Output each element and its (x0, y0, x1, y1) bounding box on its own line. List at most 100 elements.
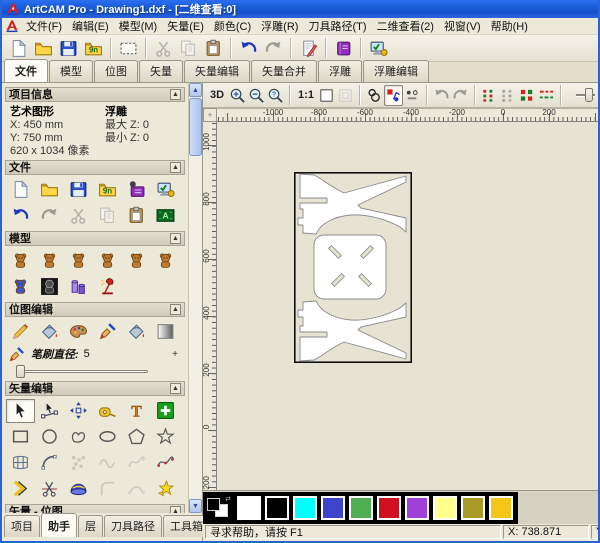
collapse-icon[interactable]: ▲ (170, 89, 181, 100)
color-swatch-9[interactable] (489, 495, 513, 520)
primary-color[interactable] (207, 497, 220, 511)
node-snap-d[interactable] (537, 85, 556, 106)
menu-item-4[interactable]: 颜色(C) (209, 17, 256, 35)
color-swatch-1[interactable] (265, 495, 289, 520)
greyscale-model[interactable] (35, 275, 64, 299)
ruler-origin-button[interactable]: + (203, 108, 217, 122)
menu-item-0[interactable]: 文件(F) (21, 17, 67, 35)
tab-刀具路径[interactable]: 刀具路径 (104, 515, 162, 537)
color-swatch-8[interactable] (461, 495, 485, 520)
zoom-out[interactable] (247, 85, 266, 106)
color-swatch-3[interactable] (321, 495, 345, 520)
zoom-objects[interactable] (266, 85, 285, 106)
menu-item-9[interactable]: 帮助(H) (486, 17, 533, 35)
swap-relief-layers[interactable] (64, 275, 93, 299)
node-snap-c[interactable] (518, 85, 537, 106)
section-header-model[interactable]: 模型 ▲ (5, 231, 185, 246)
section-header-project-info[interactable]: 项目信息 ▲ (5, 87, 185, 102)
toggle-frame[interactable] (317, 85, 336, 106)
brush-diameter-slider[interactable] (12, 364, 178, 378)
collapse-icon[interactable]: ▲ (170, 162, 181, 173)
section-header-file[interactable]: 文件 ▲ (5, 160, 185, 175)
colour-palette[interactable] (64, 320, 93, 344)
color-swatch-6[interactable] (405, 495, 429, 520)
save-model[interactable] (64, 178, 93, 202)
options[interactable] (366, 36, 391, 60)
color-swatch-7[interactable] (433, 495, 457, 520)
measure-tool[interactable] (93, 399, 122, 423)
transform-vectors[interactable] (64, 399, 93, 423)
tab-层[interactable]: 层 (78, 515, 103, 537)
tab-项目[interactable]: 项目 (4, 515, 40, 537)
tab-矢量编辑[interactable]: 矢量编辑 (184, 60, 250, 82)
tab-矢量[interactable]: 矢量 (139, 60, 183, 82)
set-model-size[interactable] (116, 36, 141, 60)
save-model[interactable] (56, 36, 81, 60)
gradient-fill[interactable] (151, 320, 180, 344)
section-header-vector-edit[interactable]: 矢量编辑 ▲ (5, 381, 185, 396)
scrollbar-thumb[interactable] (189, 98, 202, 156)
tab-文件[interactable]: 文件 (4, 59, 48, 82)
menu-item-2[interactable]: 模型(M) (114, 17, 163, 35)
wrap-model[interactable] (151, 249, 180, 273)
toggle-bitmap[interactable] (365, 85, 384, 106)
slider-thumb[interactable] (585, 88, 593, 102)
slider-thumb[interactable] (16, 365, 25, 378)
primary-secondary-colors[interactable]: ⇄ (206, 495, 232, 521)
collapse-icon[interactable]: ▲ (170, 304, 181, 315)
title-bar[interactable]: ArtCAM Pro - Drawing1.dxf - [二维查看:0] (2, 0, 598, 18)
reference-help[interactable] (331, 36, 356, 60)
create-star[interactable] (151, 425, 180, 449)
edit-notes[interactable] (296, 36, 321, 60)
draw-pencil[interactable] (6, 320, 35, 344)
offset-model[interactable] (6, 275, 35, 299)
table-top-panel[interactable] (313, 234, 387, 300)
collapse-icon[interactable]: ▲ (170, 233, 181, 244)
paste[interactable] (201, 36, 226, 60)
vector-artwork[interactable] (294, 172, 412, 363)
assistant-scrollbar[interactable]: ▲ ▼ (188, 83, 202, 513)
undo[interactable] (236, 36, 261, 60)
arrow-edit[interactable] (6, 477, 35, 501)
section-header-bitmap-edit[interactable]: 位图编辑 ▲ (5, 302, 185, 317)
slider-track[interactable] (22, 370, 148, 373)
color-swatch-0[interactable] (237, 495, 261, 520)
create-polygon[interactable] (122, 425, 151, 449)
tab-助手[interactable]: 助手 (41, 513, 77, 537)
create-rectangle[interactable] (6, 425, 35, 449)
brush-increase[interactable]: + (168, 349, 182, 360)
wrap-vectors[interactable] (64, 477, 93, 501)
trim-vectors[interactable] (35, 477, 64, 501)
tab-模型[interactable]: 模型 (49, 60, 93, 82)
create-vector-block[interactable] (151, 399, 180, 423)
create-polyline[interactable] (151, 451, 180, 475)
collapse-icon[interactable]: ▲ (170, 506, 181, 513)
paint-brush[interactable] (93, 320, 122, 344)
color-swatch-5[interactable] (377, 495, 401, 520)
menu-item-7[interactable]: 二维查看(2) (372, 17, 439, 35)
tab-矢量合并[interactable]: 矢量合并 (251, 60, 317, 82)
artcam-wizard[interactable] (122, 178, 151, 202)
set-model-size[interactable] (6, 249, 35, 273)
paste[interactable] (122, 204, 151, 228)
create-text-abc[interactable] (151, 204, 180, 228)
swap-colors-icon[interactable]: ⇄ (225, 495, 231, 503)
scroll-down-icon[interactable]: ▼ (189, 499, 202, 513)
color-swatch-2[interactable] (293, 495, 317, 520)
import-relief[interactable] (81, 36, 106, 60)
flip-model[interactable] (122, 249, 151, 273)
node-snap-a[interactable] (480, 85, 499, 106)
collapse-icon[interactable]: ▲ (170, 383, 181, 394)
scroll-up-icon[interactable]: ▲ (189, 83, 202, 97)
select-vectors[interactable] (6, 398, 35, 423)
scale-1-1[interactable]: 1:1 (295, 85, 317, 106)
open-model[interactable] (31, 36, 56, 60)
tab-浮雕[interactable]: 浮雕 (318, 60, 362, 82)
node-editing[interactable] (35, 399, 64, 423)
tab-位图[interactable]: 位图 (94, 60, 138, 82)
create-freehand[interactable] (64, 425, 93, 449)
rotate-model[interactable] (93, 249, 122, 273)
color-swatch-4[interactable] (349, 495, 373, 520)
view-3d[interactable]: 3D (206, 85, 228, 106)
create-text[interactable] (122, 399, 151, 423)
